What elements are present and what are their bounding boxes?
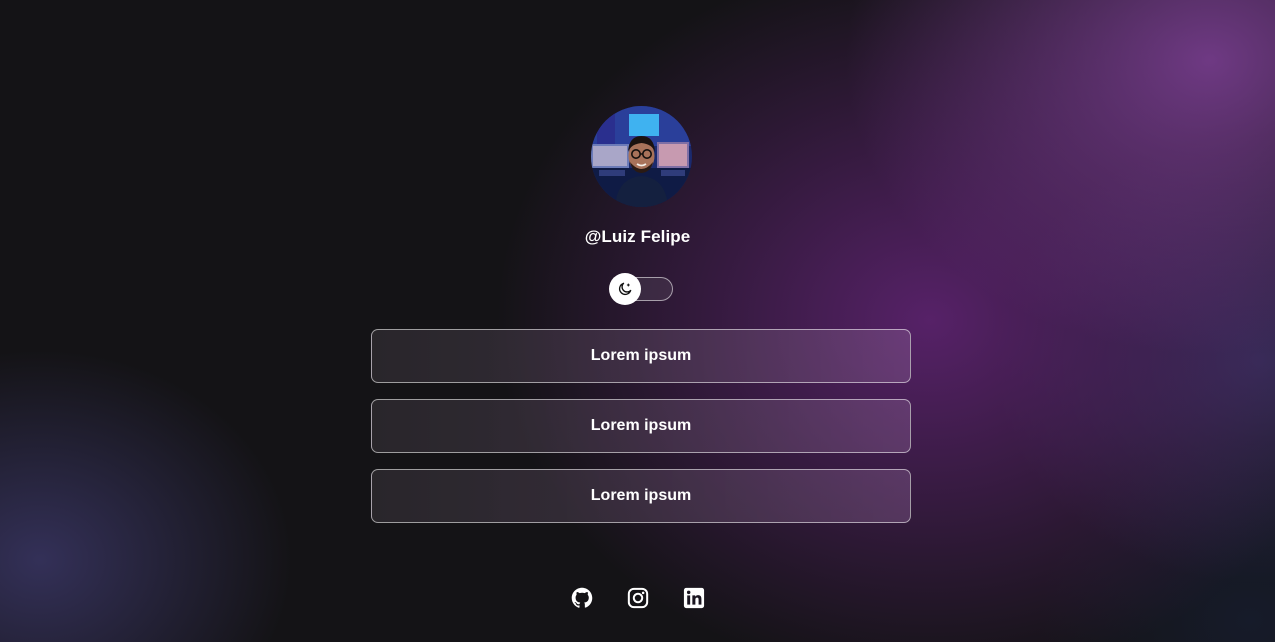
link-button-1[interactable]: Lorem ipsum [371,329,911,383]
link-label: Lorem ipsum [590,417,692,434]
profile-page: @Luiz Felipe Lorem ipsum Lorem ipsum Lor… [0,0,1275,642]
link-list: Lorem ipsum Lorem ipsum Lorem ipsum [371,329,911,539]
linkedin-icon [683,587,704,609]
link-button-2[interactable]: Lorem ipsum [371,399,911,453]
instagram-icon [627,587,648,609]
github-icon [571,587,592,608]
link-button-3[interactable]: Lorem ipsum [371,469,911,523]
link-label: Lorem ipsum [590,487,692,504]
github-link[interactable] [571,587,593,609]
moon-icon [618,282,632,296]
social-links [0,587,1275,609]
profile-photo [591,106,692,207]
theme-toggle-knob[interactable] [609,273,641,305]
avatar [591,106,692,207]
link-label: Lorem ipsum [590,347,692,364]
linkedin-link[interactable] [683,587,705,609]
instagram-link[interactable] [627,587,649,609]
username: @Luiz Felipe [584,227,691,246]
